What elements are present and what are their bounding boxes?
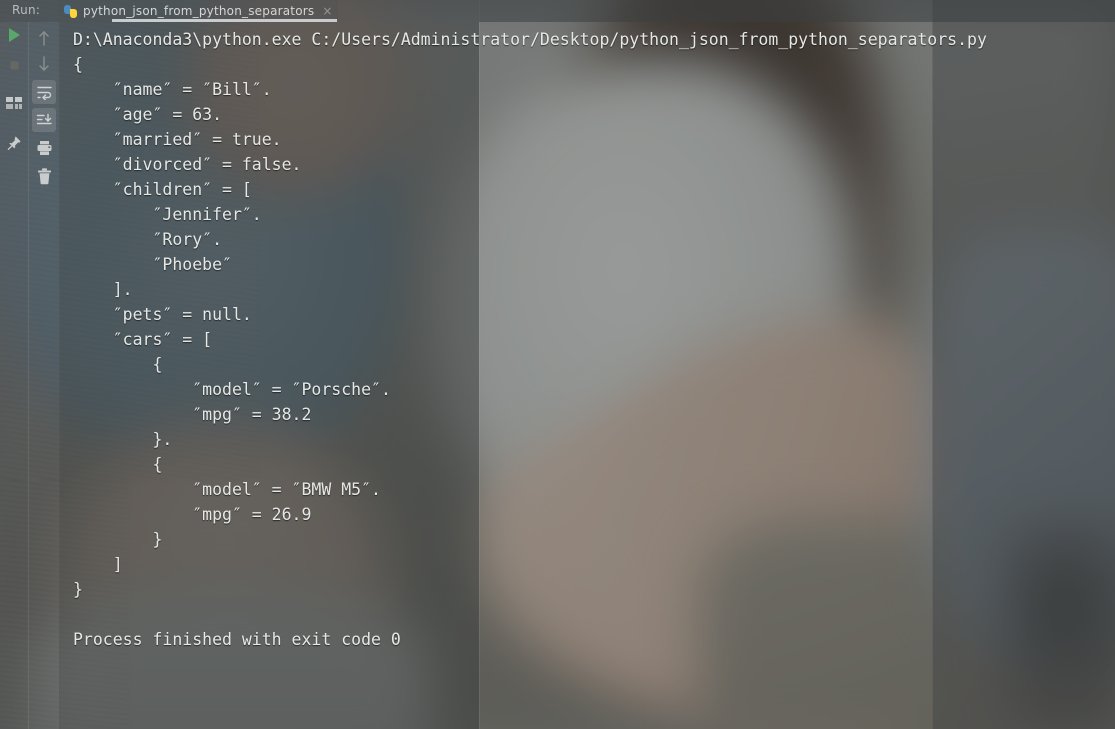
close-icon[interactable]: × [322,5,332,17]
scroll-to-end-button[interactable] [32,108,56,132]
up-arrow-button[interactable] [32,26,56,50]
stop-button[interactable] [0,52,28,78]
active-tab-indicator [112,19,337,22]
pin-tab-button[interactable] [0,130,28,156]
editor-right-pane [932,0,1115,729]
play-icon [8,28,20,42]
console-right-divider[interactable] [479,0,480,729]
clear-all-button[interactable] [32,164,56,188]
ide-run-window: Run: python_json_from_python_separators … [0,0,1115,729]
soft-wrap-button[interactable] [32,80,56,104]
stop-icon [10,61,18,69]
console-toolbar [28,22,60,729]
pin-icon [7,136,21,151]
trash-icon [37,167,51,184]
scroll-to-end-icon [36,113,52,124]
run-actions-gutter [0,22,28,729]
layout-icon [6,97,22,109]
run-console-panel[interactable] [59,22,479,729]
soft-wrap-icon [36,86,52,100]
layout-button[interactable] [0,90,28,116]
down-arrow-button[interactable] [32,52,56,76]
run-toolwindow-label: Run: [12,3,41,17]
python-file-icon [64,4,77,18]
printer-icon [37,141,51,155]
print-button[interactable] [32,136,56,160]
run-configuration-tab-label: python_json_from_python_separators [83,4,315,18]
arrow-down-icon [39,56,49,71]
arrow-up-icon [39,31,49,46]
rerun-button[interactable] [0,22,28,48]
editor-right-divider[interactable] [932,0,933,729]
